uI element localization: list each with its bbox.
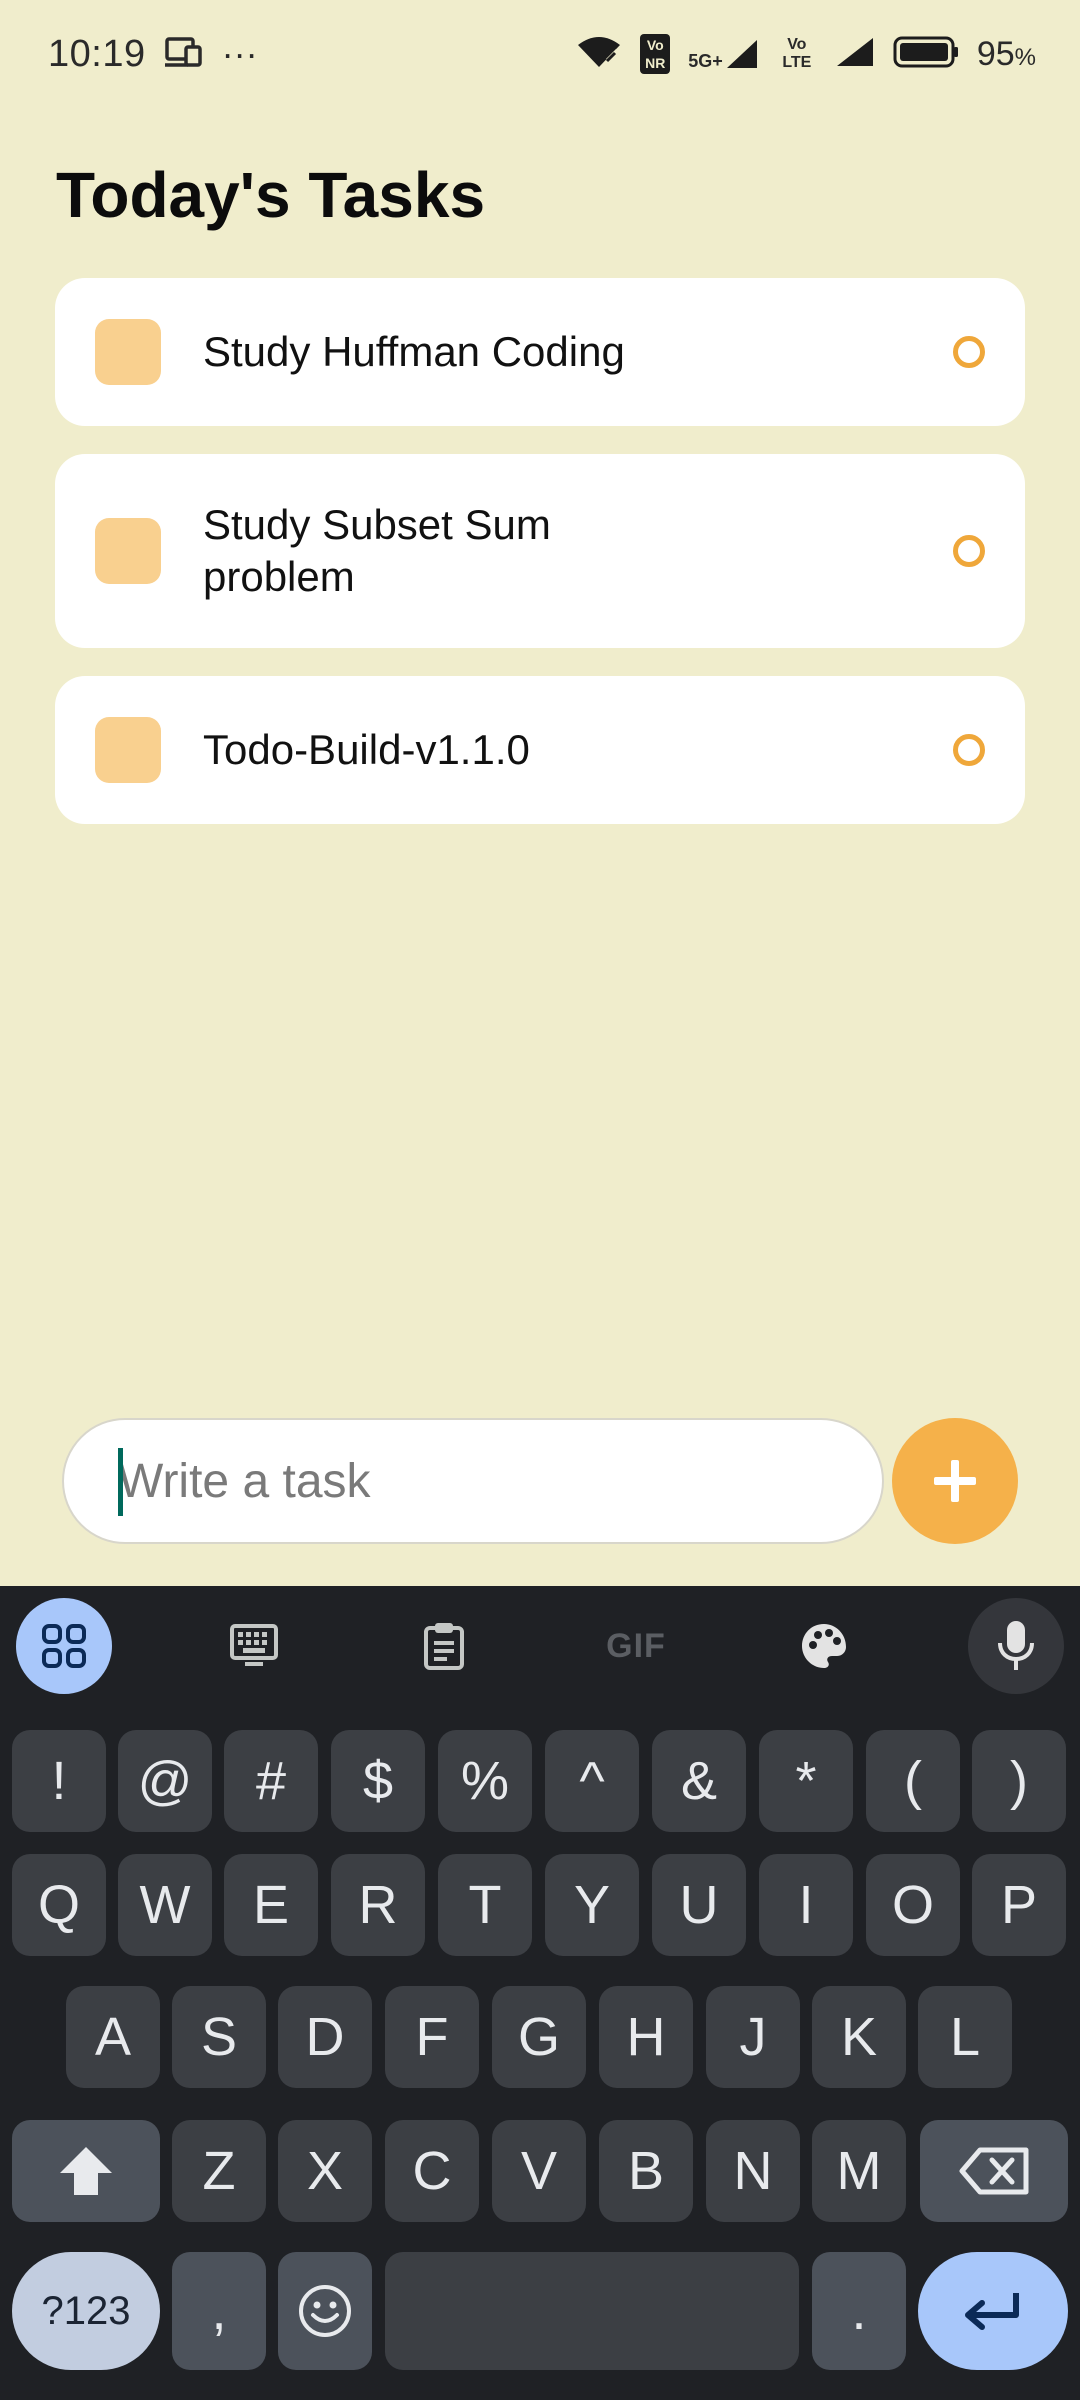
keyboard-toolbar: GIF xyxy=(0,1586,1080,1706)
key-w[interactable]: W xyxy=(118,1854,212,1956)
volte-badge: Vo LTE xyxy=(782,36,812,71)
key-m[interactable]: M xyxy=(812,2120,906,2222)
key-right-paren[interactable]: ) xyxy=(972,1730,1066,1832)
page-title: Today's Tasks xyxy=(56,159,486,231)
enter-arrow-icon xyxy=(965,2293,1019,2330)
key-l[interactable]: L xyxy=(918,1986,1012,2088)
task-title: Todo-Build-v1.1.0 xyxy=(203,726,530,773)
key-q[interactable]: Q xyxy=(12,1854,106,1956)
symbols-key[interactable]: ?123 xyxy=(12,2252,160,2370)
plus-icon xyxy=(934,1460,976,1502)
key-o[interactable]: O xyxy=(866,1854,960,1956)
key-v[interactable]: V xyxy=(492,2120,586,2222)
voice-input-button[interactable] xyxy=(968,1598,1064,1694)
key-b[interactable]: B xyxy=(599,2120,693,2222)
gif-button[interactable]: GIF xyxy=(586,1598,686,1694)
task-input-container xyxy=(62,1418,884,1544)
theme-button[interactable] xyxy=(776,1598,872,1694)
key-k[interactable]: K xyxy=(812,1986,906,2088)
key-z[interactable]: Z xyxy=(172,2120,266,2222)
5g-plus-label: 5G+ xyxy=(688,51,723,71)
signal-icon xyxy=(835,36,875,73)
task-item[interactable]: Study Huffman Coding xyxy=(55,278,1025,426)
key-caret[interactable]: ^ xyxy=(545,1730,639,1832)
key-exclamation[interactable]: ! xyxy=(12,1730,106,1832)
cast-icon xyxy=(164,35,204,74)
battery-percent: 95 xyxy=(976,34,1015,73)
key-asterisk[interactable]: * xyxy=(759,1730,853,1832)
key-hash[interactable]: # xyxy=(224,1730,318,1832)
key-ampersand[interactable]: & xyxy=(652,1730,746,1832)
key-j[interactable]: J xyxy=(706,1986,800,2088)
status-left: 10:19 ··· xyxy=(48,33,258,76)
period-key[interactable]: . xyxy=(812,2252,906,2370)
apps-grid-icon xyxy=(42,1624,86,1668)
key-g[interactable]: G xyxy=(492,1986,586,2088)
soft-keyboard: GIF ! @ # $ % ^ & * ( ) Q W E R T Y U I … xyxy=(0,1586,1080,2400)
battery-icon xyxy=(893,35,959,74)
clipboard-button[interactable] xyxy=(396,1598,492,1694)
microphone-icon xyxy=(998,1621,1034,1670)
key-d[interactable]: D xyxy=(278,1986,372,2088)
task-color-square[interactable] xyxy=(95,518,161,584)
task-complete-circle-icon[interactable] xyxy=(953,336,985,368)
status-bar: 10:19 ··· Vo NR 5G+ Vo LTE 95% xyxy=(0,0,1080,108)
key-t[interactable]: T xyxy=(438,1854,532,1956)
key-p[interactable]: P xyxy=(972,1854,1066,1956)
status-time: 10:19 xyxy=(48,32,146,75)
emoji-icon xyxy=(299,2285,351,2337)
comma-key[interactable]: , xyxy=(172,2252,266,2370)
key-dollar[interactable]: $ xyxy=(331,1730,425,1832)
space-bar[interactable] xyxy=(385,2252,799,2370)
signal-5g-icon: 5G+ xyxy=(688,38,759,70)
text-cursor xyxy=(118,1448,123,1516)
task-item[interactable]: Todo-Build-v1.1.0 xyxy=(55,676,1025,824)
key-a[interactable]: A xyxy=(66,1986,160,2088)
key-at[interactable]: @ xyxy=(118,1730,212,1832)
key-e[interactable]: E xyxy=(224,1854,318,1956)
vonr-badge: Vo NR xyxy=(640,34,671,74)
emoji-key[interactable] xyxy=(278,2252,372,2370)
wifi-icon xyxy=(576,35,622,74)
key-h[interactable]: H xyxy=(599,1986,693,2088)
apps-grid-button[interactable] xyxy=(16,1598,112,1694)
enter-key[interactable] xyxy=(918,2252,1068,2370)
key-r[interactable]: R xyxy=(331,1854,425,1956)
task-color-square[interactable] xyxy=(95,717,161,783)
battery-unit: % xyxy=(1014,43,1036,71)
key-x[interactable]: X xyxy=(278,2120,372,2222)
clipboard-icon xyxy=(424,1623,464,1670)
backspace-key[interactable] xyxy=(920,2120,1068,2222)
keyboard-icon xyxy=(230,1624,278,1666)
add-task-button[interactable] xyxy=(892,1418,1018,1544)
key-u[interactable]: U xyxy=(652,1854,746,1956)
palette-icon xyxy=(802,1624,846,1668)
key-f[interactable]: F xyxy=(385,1986,479,2088)
task-input[interactable] xyxy=(64,1420,882,1542)
key-percent[interactable]: % xyxy=(438,1730,532,1832)
shift-key[interactable] xyxy=(12,2120,160,2222)
key-s[interactable]: S xyxy=(172,1986,266,2088)
task-list: Study Huffman Coding Study Subset Sum pr… xyxy=(55,278,1025,852)
key-y[interactable]: Y xyxy=(545,1854,639,1956)
task-complete-circle-icon[interactable] xyxy=(953,535,985,567)
shift-arrow-icon xyxy=(60,2147,112,2195)
key-left-paren[interactable]: ( xyxy=(866,1730,960,1832)
key-i[interactable]: I xyxy=(759,1854,853,1956)
battery-level: 95% xyxy=(977,35,1036,74)
task-item[interactable]: Study Subset Sum problem xyxy=(55,454,1025,648)
task-color-square[interactable] xyxy=(95,319,161,385)
task-complete-circle-icon[interactable] xyxy=(953,734,985,766)
backspace-icon xyxy=(959,2147,1029,2195)
task-title: Study Subset Sum problem xyxy=(203,501,551,600)
keyboard-switch-button[interactable] xyxy=(206,1598,302,1694)
status-right: Vo NR 5G+ Vo LTE 95% xyxy=(576,34,1036,74)
gif-label: GIF xyxy=(606,1626,666,1665)
task-title: Study Huffman Coding xyxy=(203,328,625,375)
more-notifications-icon: ··· xyxy=(221,33,258,74)
key-c[interactable]: C xyxy=(385,2120,479,2222)
key-n[interactable]: N xyxy=(706,2120,800,2222)
